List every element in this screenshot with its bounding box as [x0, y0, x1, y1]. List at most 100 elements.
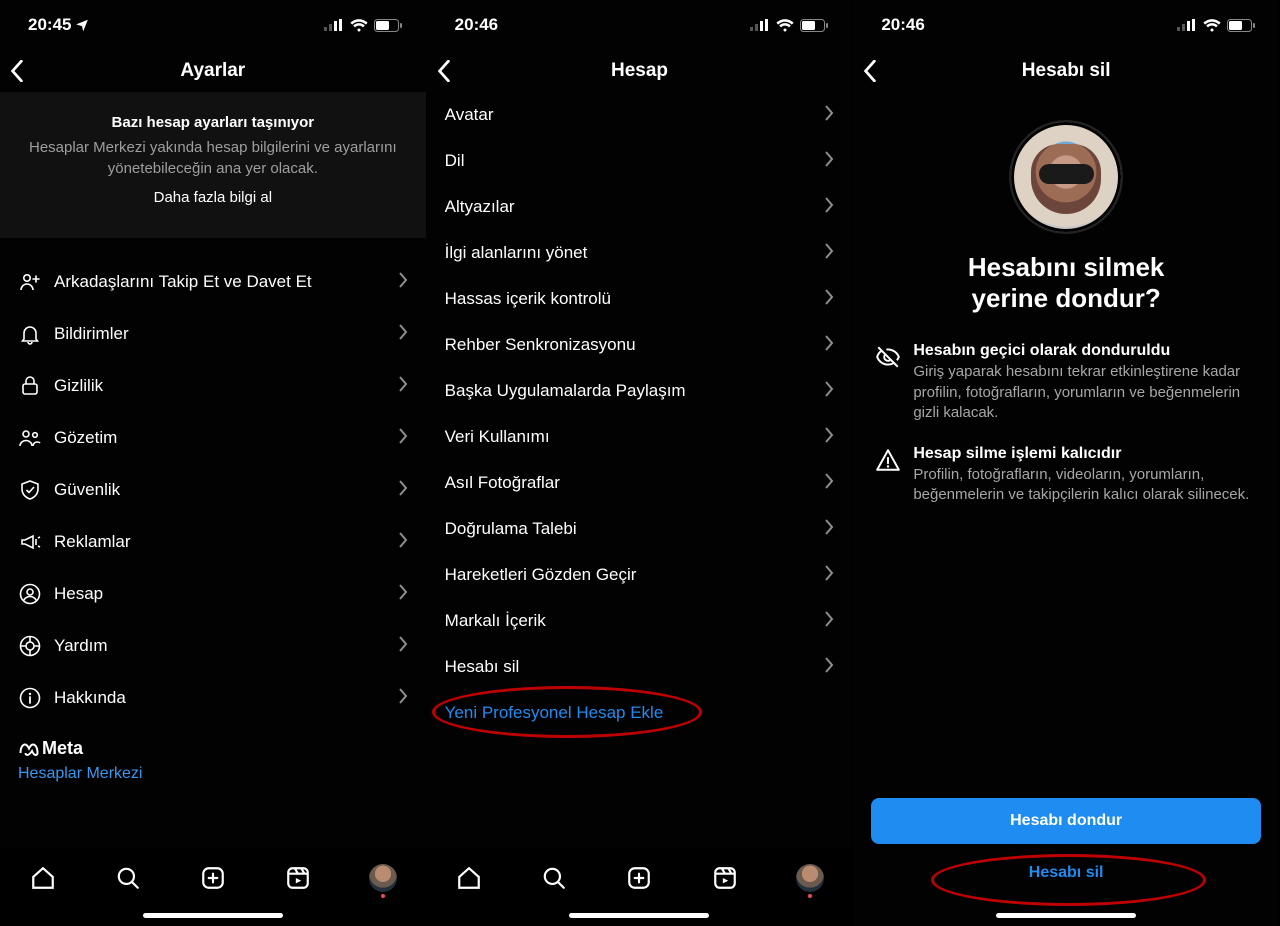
- status-time: 20:45: [28, 15, 71, 35]
- chevron-right-icon: [825, 565, 834, 586]
- wifi-icon: [350, 19, 368, 32]
- row-account[interactable]: Hesap: [0, 568, 426, 620]
- wifi-icon: [776, 19, 794, 32]
- chevron-right-icon: [825, 151, 834, 172]
- meta-section: Meta Hesaplar Merkezi: [0, 724, 426, 783]
- row-delete-account[interactable]: Hesabı sil: [427, 644, 853, 690]
- chevron-right-icon: [825, 197, 834, 218]
- row-sharing-other-apps[interactable]: Başka Uygulamalarda Paylaşım: [427, 368, 853, 414]
- plus-square-icon: [626, 865, 652, 891]
- row-about[interactable]: Hakkında: [0, 672, 426, 724]
- tab-create[interactable]: [188, 858, 238, 898]
- warning-icon: [875, 445, 901, 506]
- screen-settings: 20:45 Ayarlar Bazı hesap ayarları taşını…: [0, 0, 427, 926]
- row-original-photos[interactable]: Asıl Fotoğraflar: [427, 460, 853, 506]
- settings-moving-banner[interactable]: Bazı hesap ayarları taşınıyor Hesaplar M…: [0, 92, 426, 238]
- status-icons: [750, 19, 828, 32]
- row-data-usage[interactable]: Veri Kullanımı: [427, 414, 853, 460]
- chevron-right-icon: [399, 532, 408, 553]
- chevron-right-icon: [399, 428, 408, 449]
- row-avatar[interactable]: Avatar: [427, 92, 853, 138]
- row-language[interactable]: Dil: [427, 138, 853, 184]
- chevron-right-icon: [825, 611, 834, 632]
- row-interests[interactable]: İlgi alanlarını yönet: [427, 230, 853, 276]
- shield-icon: [18, 478, 48, 502]
- location-icon: [75, 18, 89, 32]
- info-icon: [18, 686, 48, 710]
- tab-home[interactable]: [444, 858, 494, 898]
- chevron-right-icon: [399, 272, 408, 293]
- row-supervision[interactable]: Gözetim: [0, 412, 426, 464]
- screen-delete-account: 20:46 Hesabı sil Hesabını silmek yerine …: [853, 0, 1280, 926]
- chevron-right-icon: [825, 519, 834, 540]
- row-add-pro-account[interactable]: Yeni Profesyonel Hesap Ekle: [427, 690, 853, 736]
- profile-avatar: [1011, 122, 1121, 232]
- help-icon: [18, 634, 48, 658]
- home-indicator: [996, 913, 1136, 918]
- chevron-right-icon: [399, 636, 408, 657]
- delete-button[interactable]: Hesabı sil: [1029, 852, 1104, 894]
- tab-profile[interactable]: [785, 858, 835, 898]
- plus-square-icon: [200, 865, 226, 891]
- row-ads[interactable]: Reklamlar: [0, 516, 426, 568]
- banner-learn-more[interactable]: Daha fazla bilgi al: [28, 187, 398, 208]
- nav-header: Ayarlar: [0, 50, 426, 92]
- signal-icon: [1177, 19, 1197, 31]
- account-icon: [18, 582, 48, 606]
- people-icon: [18, 426, 48, 450]
- battery-icon: [374, 19, 402, 32]
- status-bar: 20:46: [427, 0, 853, 50]
- row-security[interactable]: Güvenlik: [0, 464, 426, 516]
- tab-profile[interactable]: [358, 858, 408, 898]
- home-icon: [456, 865, 482, 891]
- info-deactivate: Hesabın geçici olarak donduruldu Giriş y…: [875, 342, 1257, 423]
- row-help[interactable]: Yardım: [0, 620, 426, 672]
- signal-icon: [750, 19, 770, 31]
- row-follow-invite[interactable]: Arkadaşlarını Takip Et ve Davet Et: [0, 256, 426, 308]
- eye-off-icon: [875, 342, 901, 423]
- tab-search[interactable]: [529, 858, 579, 898]
- row-review-activity[interactable]: Hareketleri Gözden Geçir: [427, 552, 853, 598]
- meta-brand: Meta: [18, 738, 408, 759]
- row-verification-request[interactable]: Doğrulama Talebi: [427, 506, 853, 552]
- row-branded-content[interactable]: Markalı İçerik: [427, 598, 853, 644]
- lock-icon: [18, 374, 48, 398]
- chevron-right-icon: [399, 480, 408, 501]
- battery-icon: [1227, 19, 1255, 32]
- chevron-right-icon: [825, 289, 834, 310]
- screen-account: 20:46 Hesap Avatar Dil Altyazılar İlgi a…: [427, 0, 854, 926]
- search-icon: [115, 865, 141, 891]
- search-icon: [541, 865, 567, 891]
- banner-title: Bazı hesap ayarları taşınıyor: [28, 112, 398, 133]
- wifi-icon: [1203, 19, 1221, 32]
- status-bar: 20:45: [0, 0, 426, 50]
- tab-create[interactable]: [614, 858, 664, 898]
- chevron-right-icon: [825, 335, 834, 356]
- chevron-right-icon: [825, 473, 834, 494]
- page-title: Hesabı sil: [853, 60, 1279, 82]
- row-contacts-sync[interactable]: Rehber Senkronizasyonu: [427, 322, 853, 368]
- tab-reels[interactable]: [273, 858, 323, 898]
- chevron-right-icon: [825, 381, 834, 402]
- chevron-right-icon: [825, 657, 834, 678]
- page-title: Ayarlar: [0, 60, 426, 82]
- row-notifications[interactable]: Bildirimler: [0, 308, 426, 360]
- meta-icon: [18, 742, 40, 756]
- deactivate-button[interactable]: Hesabı dondur: [871, 798, 1261, 844]
- signal-icon: [324, 19, 344, 31]
- nav-header: Hesap: [427, 50, 853, 92]
- status-icons: [1177, 19, 1255, 32]
- accounts-center-link[interactable]: Hesaplar Merkezi: [18, 765, 408, 783]
- account-list: Avatar Dil Altyazılar İlgi alanlarını yö…: [427, 92, 853, 736]
- tab-home[interactable]: [18, 858, 68, 898]
- chevron-right-icon: [399, 688, 408, 709]
- row-privacy[interactable]: Gizlilik: [0, 360, 426, 412]
- row-sensitive-content[interactable]: Hassas içerik kontrolü: [427, 276, 853, 322]
- tab-search[interactable]: [103, 858, 153, 898]
- row-captions[interactable]: Altyazılar: [427, 184, 853, 230]
- home-icon: [30, 865, 56, 891]
- page-title: Hesap: [427, 60, 853, 82]
- tab-reels[interactable]: [700, 858, 750, 898]
- reels-icon: [285, 865, 311, 891]
- user-plus-icon: [18, 270, 48, 294]
